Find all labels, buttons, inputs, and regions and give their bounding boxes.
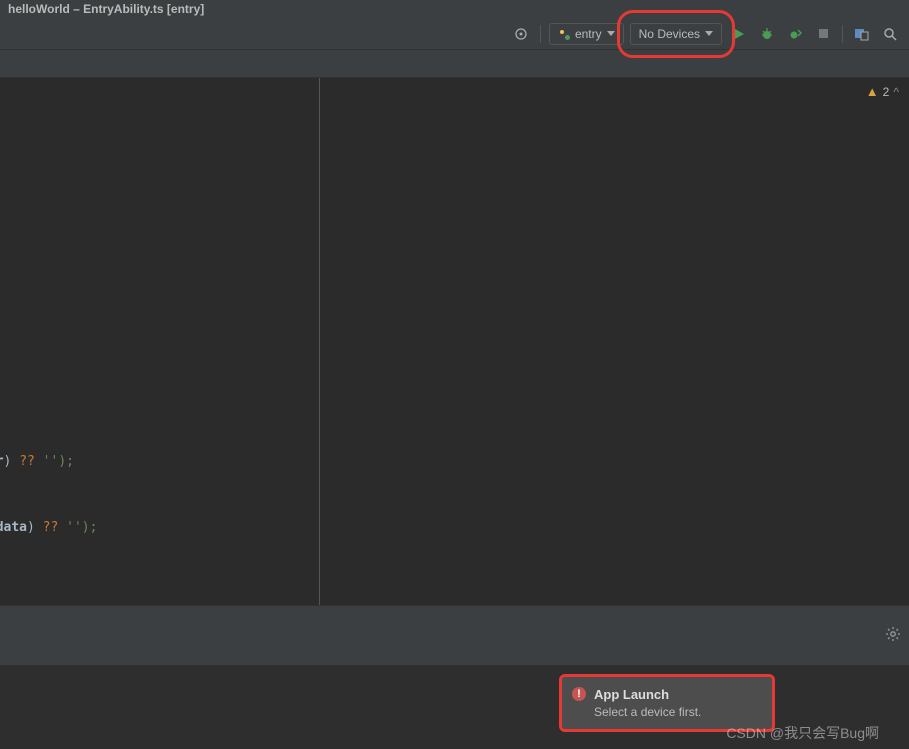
attach-debugger-button[interactable] bbox=[784, 23, 806, 45]
device-label: No Devices bbox=[639, 27, 700, 41]
editor-area: lic}s', JSON.stringify(err) ?? ''); ubli… bbox=[0, 78, 909, 605]
target-icon[interactable] bbox=[510, 23, 532, 45]
error-icon: ! bbox=[572, 687, 586, 701]
gear-icon[interactable] bbox=[885, 626, 901, 645]
separator bbox=[842, 25, 843, 43]
chevron-down-icon bbox=[705, 31, 713, 36]
device-manager-icon[interactable] bbox=[851, 23, 873, 45]
debug-button[interactable] bbox=[756, 23, 778, 45]
chevron-down-icon bbox=[607, 31, 615, 36]
code-pane[interactable]: lic}s', JSON.stringify(err) ?? ''); ubli… bbox=[0, 78, 320, 605]
run-config-label: entry bbox=[575, 27, 602, 41]
tab-strip bbox=[0, 50, 909, 78]
warning-count: 2 bbox=[883, 85, 890, 99]
warning-icon: ▲ bbox=[866, 84, 879, 99]
inspection-widget[interactable]: ▲ 2 ^ bbox=[860, 82, 905, 101]
module-icon bbox=[558, 28, 570, 40]
notification-body: Select a device first. bbox=[594, 705, 760, 719]
title-bar: helloWorld – EntryAbility.ts [entry] bbox=[0, 0, 909, 18]
window-title: helloWorld – EntryAbility.ts [entry] bbox=[8, 2, 204, 16]
search-icon[interactable] bbox=[879, 23, 901, 45]
status-bar: ! App Launch Select a device first. CSDN… bbox=[0, 665, 909, 749]
preview-pane: ▲ 2 ^ bbox=[320, 78, 909, 605]
chevron-up-icon: ^ bbox=[893, 85, 899, 99]
run-config-selector[interactable]: entry bbox=[549, 23, 624, 45]
code-line: ublic}s', JSON.stringify(data) ?? ''); bbox=[0, 519, 97, 537]
run-button[interactable] bbox=[728, 23, 750, 45]
device-selector[interactable]: No Devices bbox=[630, 23, 722, 45]
scrollbar[interactable] bbox=[897, 106, 909, 605]
main-toolbar: entry No Devices bbox=[0, 18, 909, 50]
stop-button[interactable] bbox=[812, 23, 834, 45]
notification-popup[interactable]: ! App Launch Select a device first. bbox=[562, 677, 772, 729]
notification-title: App Launch bbox=[594, 687, 760, 702]
separator bbox=[540, 25, 541, 43]
code-line: lic}s', JSON.stringify(err) ?? ''); bbox=[0, 453, 74, 471]
tool-panel-strip bbox=[0, 605, 909, 665]
